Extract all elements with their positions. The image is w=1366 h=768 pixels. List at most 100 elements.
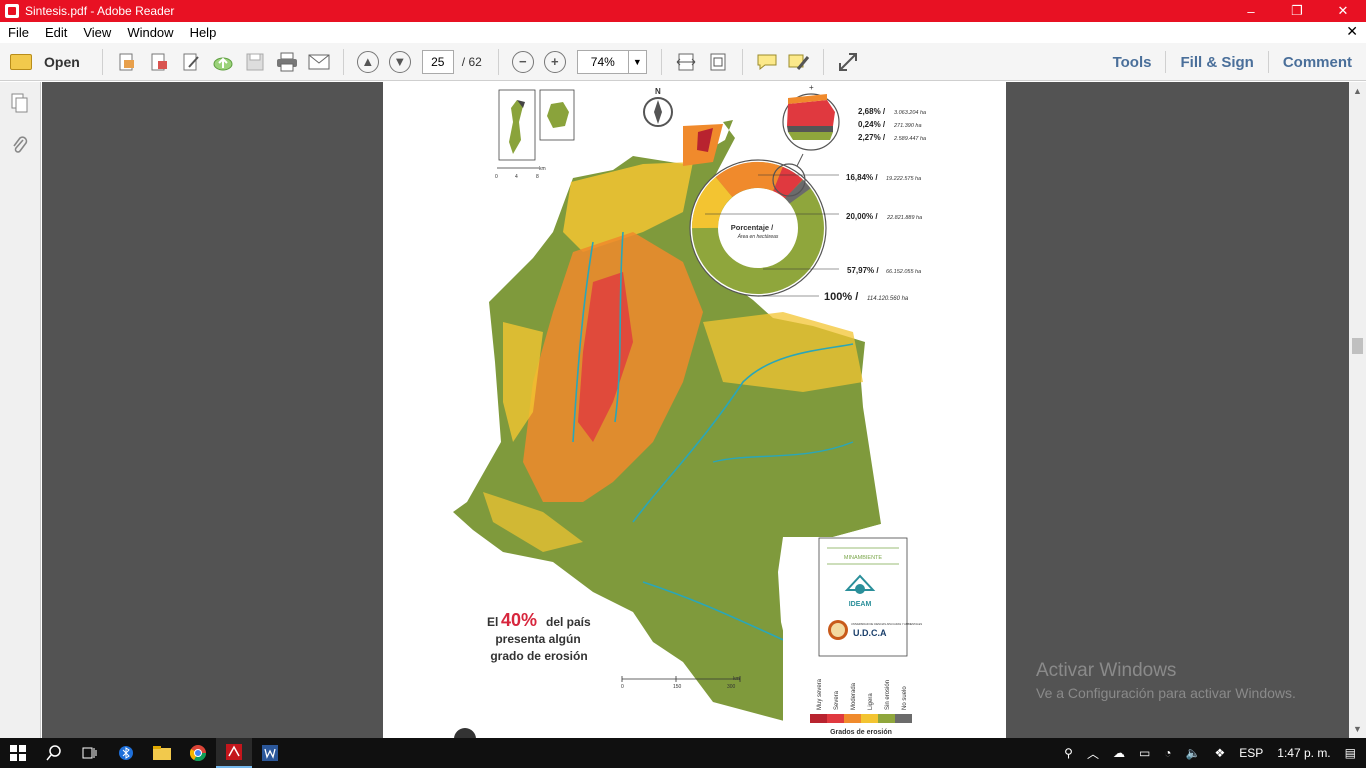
people-icon[interactable]: ⚲ <box>1064 746 1073 760</box>
erosion-map-figure: 0 4 8 km N Porcentaje / Área en hectárea… <box>453 83 926 738</box>
comment-bubble-icon[interactable] <box>755 50 779 74</box>
notifications-icon[interactable]: ▤ <box>1345 746 1356 760</box>
volume-icon[interactable]: 🔈 <box>1186 746 1201 760</box>
adobe-reader-taskbar-icon[interactable] <box>216 738 252 768</box>
zoom-value: 74% <box>590 54 615 69</box>
zoom-in-button[interactable]: + <box>543 50 567 74</box>
arrow-down-icon: ▼ <box>388 50 411 73</box>
tools-link[interactable]: Tools <box>1099 51 1166 73</box>
upload-cloud-icon[interactable] <box>211 50 235 74</box>
legend-swatch-ligera <box>861 714 878 723</box>
dropbox-icon[interactable]: ❖ <box>1215 746 1226 760</box>
print-icon[interactable] <box>275 50 299 74</box>
headline-line1: del país <box>546 615 591 629</box>
fit-width-icon[interactable] <box>674 50 698 74</box>
fit-page-icon[interactable] <box>706 50 730 74</box>
vertical-scrollbar[interactable]: ▲ ▼ <box>1349 82 1366 738</box>
stat-moderada-ha: 19.222.575 ha <box>886 176 921 182</box>
page-number-input[interactable]: 25 <box>421 49 454 74</box>
page-thumbnails-icon[interactable] <box>10 92 30 114</box>
adobe-reader-icon <box>5 4 19 18</box>
stat-ligera-pct: 20,00% / <box>846 212 878 221</box>
attachments-paperclip-icon[interactable] <box>10 134 30 156</box>
headline-line3: grado de erosión <box>490 649 587 663</box>
edit-pdf-icon[interactable] <box>179 50 203 74</box>
legend-label-no-suelo: No suelo <box>902 686 908 710</box>
zoom-select[interactable]: 74% ▼ <box>576 49 647 74</box>
file-explorer-icon[interactable] <box>144 738 180 768</box>
bluetooth-icon[interactable] <box>108 738 144 768</box>
compass-north-label: N <box>655 87 661 96</box>
zoom-out-button[interactable]: − <box>511 50 535 74</box>
export-pdf-icon[interactable] <box>147 50 171 74</box>
window-title: Sintesis.pdf - Adobe Reader <box>25 4 175 18</box>
zoom-slice-sin-erosion <box>788 132 833 140</box>
battery-icon[interactable]: ▭ <box>1139 746 1150 760</box>
legend-label-severa: Severa <box>834 690 840 710</box>
stat-severa-pct: 2,68% / <box>858 107 886 116</box>
word-icon[interactable] <box>252 738 288 768</box>
erosion-patch-orinoquia <box>703 312 863 392</box>
language-indicator[interactable]: ESP <box>1239 746 1263 760</box>
legend-label-sin-erosion: Sin erosión <box>885 680 891 710</box>
headline-prefix: El <box>487 615 498 629</box>
clock[interactable]: 1:47 p. m. <box>1277 746 1330 760</box>
document-viewer[interactable]: 0 4 8 km N Porcentaje / Área en hectárea… <box>42 82 1349 738</box>
chrome-icon[interactable] <box>180 738 216 768</box>
menu-help[interactable]: Help <box>182 25 225 40</box>
menu-view[interactable]: View <box>75 25 119 40</box>
show-hidden-icons-chevron-icon[interactable]: ︿ <box>1087 745 1099 762</box>
email-icon[interactable] <box>307 50 331 74</box>
stat-ligera-ha: 22.821.889 ha <box>886 215 922 221</box>
folder-icon <box>10 53 32 70</box>
inset-scale-unit: km <box>539 166 546 172</box>
fill-sign-link[interactable]: Fill & Sign <box>1165 51 1267 73</box>
stat-total-pct: 100% / <box>824 291 858 303</box>
udca-small-text: UNIVERSIDAD DE CIENCIAS APLICADAS Y AMBI… <box>851 622 922 626</box>
legend-swatch-muy-severa <box>810 714 827 723</box>
zoom-connector <box>796 153 804 167</box>
scroll-thumb[interactable] <box>1352 338 1363 354</box>
scroll-down-icon[interactable]: ▼ <box>1353 724 1362 734</box>
start-windows-icon[interactable] <box>0 738 36 768</box>
task-view-icon[interactable] <box>72 738 108 768</box>
stat-muy-severa-pct: 2,27% / <box>858 133 886 142</box>
create-pdf-icon[interactable] <box>115 50 139 74</box>
minimize-button[interactable]: – <box>1228 0 1274 22</box>
ideam-eye-icon <box>855 584 865 594</box>
stat-moderada-pct: 16,84% / <box>846 173 878 182</box>
highlight-text-icon[interactable] <box>787 50 811 74</box>
donut-slice-severa <box>772 166 803 199</box>
full-screen-icon[interactable] <box>836 50 860 74</box>
chevron-down-icon[interactable]: ▼ <box>627 50 646 73</box>
onedrive-icon[interactable]: ☁ <box>1113 746 1125 760</box>
stat-sin-erosion-ha: 66.152.055 ha <box>886 269 921 275</box>
next-page-button[interactable]: ▼ <box>388 50 412 74</box>
save-icon[interactable] <box>243 50 267 74</box>
title-bar: Sintesis.pdf - Adobe Reader – ❐ ✕ <box>0 0 1366 22</box>
stat-muy-severa-ha: 2.589.447 ha <box>893 136 926 142</box>
page-total: / 62 <box>461 54 482 69</box>
headline-percentage: 40% <box>501 610 537 630</box>
document-close-icon[interactable]: ✕ <box>1346 23 1358 40</box>
menu-edit[interactable]: Edit <box>37 25 75 40</box>
restore-button[interactable]: ❐ <box>1274 0 1320 22</box>
legend-label-moderada: Moderada <box>851 682 857 710</box>
menu-file[interactable]: File <box>0 25 37 40</box>
legend-swatch-moderada <box>844 714 861 723</box>
search-icon[interactable] <box>36 738 72 768</box>
stat-sin-erosion-pct: 57,97% / <box>847 266 879 275</box>
close-button[interactable]: ✕ <box>1320 0 1366 22</box>
scale-300: 300 <box>727 684 736 690</box>
scale-0: 0 <box>621 684 624 690</box>
previous-page-button[interactable]: ▲ <box>356 50 380 74</box>
inset-scale-8: 8 <box>536 174 539 180</box>
comment-link[interactable]: Comment <box>1267 51 1366 73</box>
legend-swatch-sin-erosion <box>878 714 895 723</box>
menu-window[interactable]: Window <box>119 25 181 40</box>
scroll-up-icon[interactable]: ▲ <box>1353 86 1362 96</box>
wifi-icon[interactable]: ◔ <box>1164 746 1171 760</box>
open-button[interactable]: Open <box>10 53 80 70</box>
donut-center-subtitle: Área en hectáreas <box>737 233 779 240</box>
inset-scale-4: 4 <box>515 174 518 180</box>
